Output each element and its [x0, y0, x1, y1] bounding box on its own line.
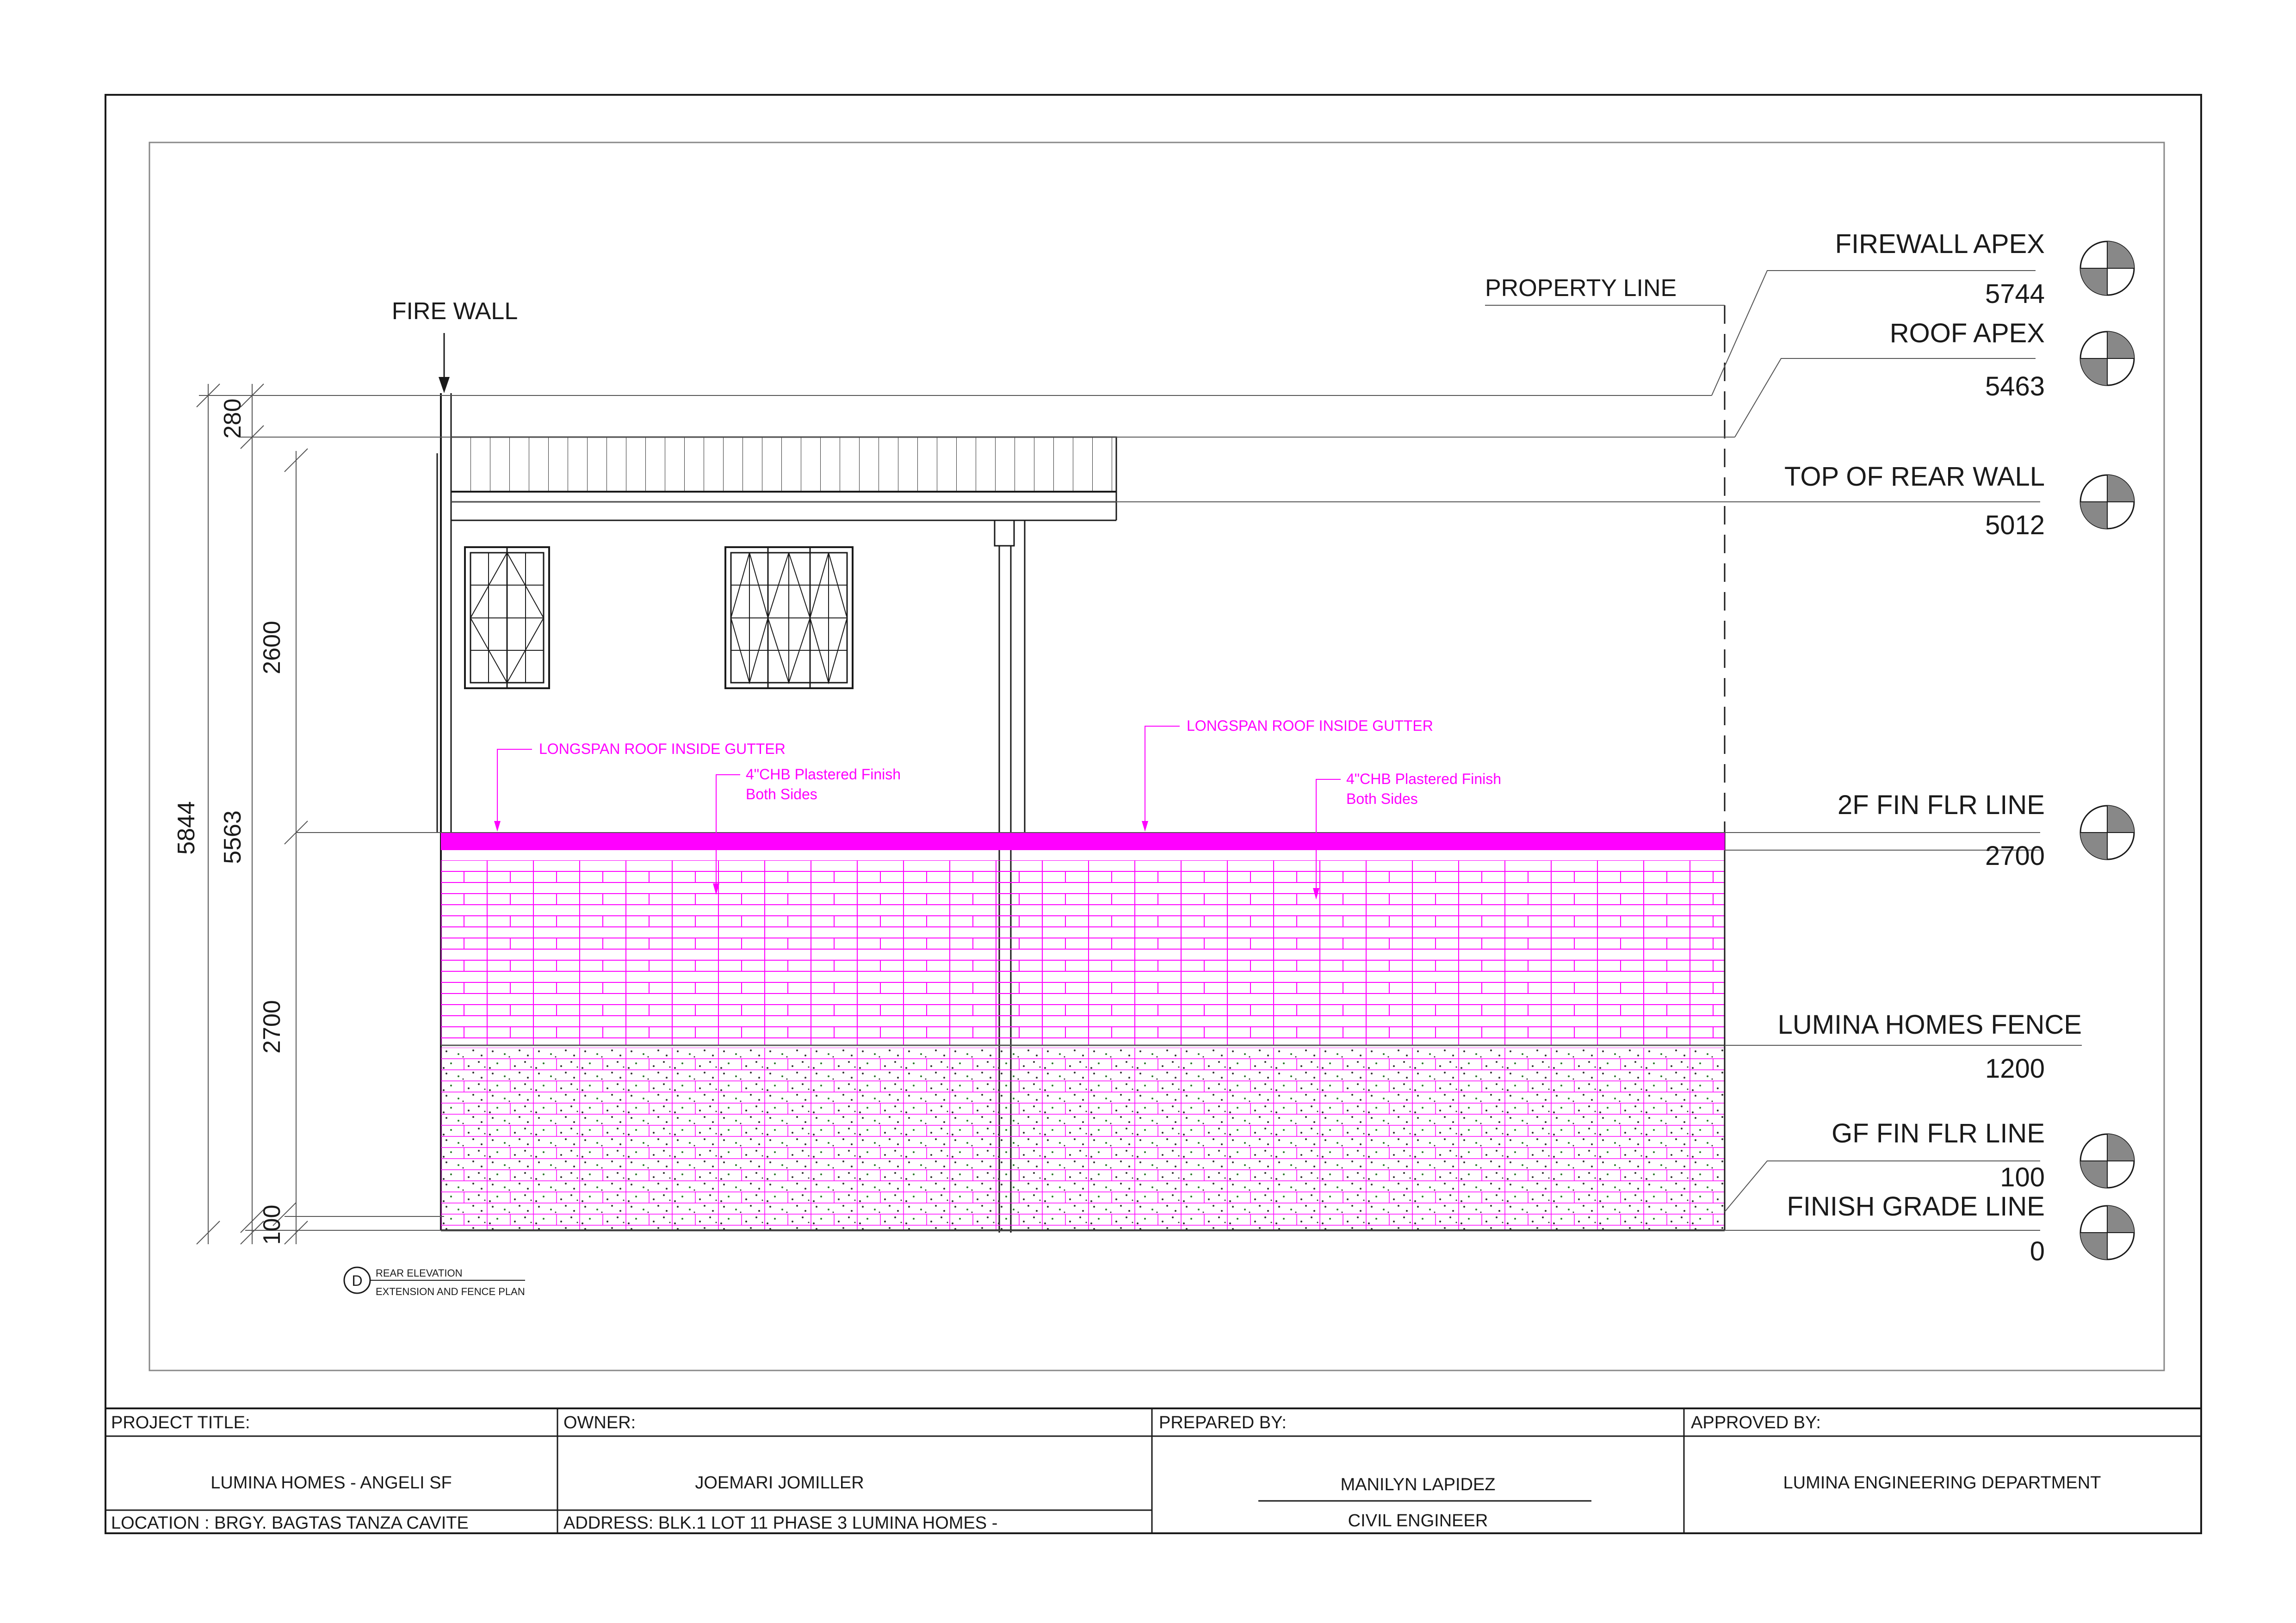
svg-text:Both Sides: Both Sides: [746, 786, 817, 802]
elevation-drawing: FIREWALL APEX 5744 ROOF APEX 5463 TOP OF…: [105, 94, 2202, 1534]
approved-by: LUMINA ENGINEERING DEPARTMENT: [1783, 1473, 2101, 1493]
dim-280: 280: [219, 399, 246, 439]
fire-wall-arrow-icon: [439, 333, 450, 393]
svg-text:LONGSPAN ROOF INSIDE GUTTER: LONGSPAN ROOF INSIDE GUTTER: [539, 741, 786, 757]
dim-overall: 5844: [173, 801, 200, 855]
level-target-icon: [2079, 1205, 2135, 1260]
level-marker-roof-apex: ROOF APEX 5463: [1890, 318, 2045, 401]
level-name: ROOF APEX: [1890, 318, 2045, 348]
window-right: [724, 546, 854, 689]
svg-text:LONGSPAN ROOF INSIDE GUTTER: LONGSPAN ROOF INSIDE GUTTER: [1187, 717, 1433, 734]
level-marker-2f: 2F FIN FLR LINE 2700: [1838, 790, 2045, 871]
address: ADDRESS: BLK.1 LOT 11 PHASE 3 LUMINA HOM…: [563, 1513, 997, 1533]
callout-letter: D: [352, 1272, 362, 1289]
level-value: 5744: [1985, 279, 2045, 309]
level-value: 0: [2030, 1236, 2045, 1266]
approved-by-label: APPROVED BY:: [1691, 1413, 1821, 1432]
level-marker-fence: LUMINA HOMES FENCE 1200: [1778, 1010, 2082, 1084]
level-target-icon: [2079, 1133, 2135, 1189]
level-name: FINISH GRADE LINE: [1787, 1191, 2045, 1222]
drawing-callout: D REAR ELEVATION EXTENSION AND FENCE PLA…: [343, 1266, 525, 1297]
level-target-icon: [2079, 805, 2135, 860]
fence-wall: [441, 1048, 1725, 1230]
dim-2700: 2700: [259, 1000, 285, 1054]
property-line-label: PROPERTY LINE: [1485, 275, 1677, 302]
level-target-icon: [2079, 241, 2135, 296]
prepared-by-name: MANILYN LAPIDEZ: [1340, 1475, 1495, 1494]
elevation-symbols: [2079, 241, 2135, 1260]
prepared-by-label: PREPARED BY:: [1159, 1413, 1287, 1432]
owner-label: OWNER:: [563, 1413, 636, 1432]
callout-subtitle: EXTENSION AND FENCE PLAN: [376, 1286, 525, 1297]
level-target-icon: [2079, 474, 2135, 530]
level-name: GF FIN FLR LINE: [1832, 1118, 2045, 1148]
level-value: 5463: [1985, 371, 2045, 401]
level-value: 5012: [1985, 510, 2045, 540]
level-marker-firewall-apex: FIREWALL APEX 5744: [1835, 229, 2045, 309]
project-title-label: PROJECT TITLE:: [111, 1413, 250, 1432]
project-title: LUMINA HOMES - ANGELI SF: [210, 1473, 452, 1493]
prepared-by-role: CIVIL ENGINEER: [1348, 1511, 1488, 1530]
note-gutter-left: LONGSPAN ROOF INSIDE GUTTER: [494, 741, 786, 832]
level-name: LUMINA HOMES FENCE: [1778, 1010, 2082, 1040]
second-floor-beam: [441, 833, 1725, 850]
level-value: 100: [2000, 1162, 2045, 1192]
dim-secondary: 5563: [219, 810, 246, 864]
level-value: 2700: [1985, 841, 2045, 871]
dim-2600: 2600: [259, 621, 285, 674]
owner-name: JOEMARI JOMILLER: [695, 1473, 864, 1493]
callout-title: REAR ELEVATION: [376, 1267, 462, 1279]
svg-text:Both Sides: Both Sides: [1346, 790, 1418, 807]
level-marker-top-rear-wall: TOP OF REAR WALL 5012: [1784, 462, 2045, 540]
chb-wall: [441, 860, 1725, 1045]
building-elevation: [436, 305, 1726, 1233]
level-marker-finish-grade: FINISH GRADE LINE 0: [1787, 1191, 2045, 1266]
window-left: [464, 546, 550, 689]
level-target-icon: [2079, 331, 2135, 386]
svg-text:4"CHB Plastered Finish: 4"CHB Plastered Finish: [746, 766, 901, 783]
level-name: TOP OF REAR WALL: [1784, 462, 2045, 492]
fire-wall-label: FIRE WALL: [392, 298, 518, 325]
dim-100: 100: [259, 1205, 285, 1245]
svg-text:4"CHB Plastered Finish: 4"CHB Plastered Finish: [1346, 771, 1501, 787]
location: LOCATION : BRGY. BAGTAS TANZA CAVITE: [111, 1513, 469, 1533]
level-name: 2F FIN FLR LINE: [1838, 790, 2045, 820]
level-name: FIREWALL APEX: [1835, 229, 2045, 259]
level-value: 1200: [1985, 1054, 2045, 1084]
level-marker-gf: GF FIN FLR LINE 100: [1832, 1118, 2045, 1192]
